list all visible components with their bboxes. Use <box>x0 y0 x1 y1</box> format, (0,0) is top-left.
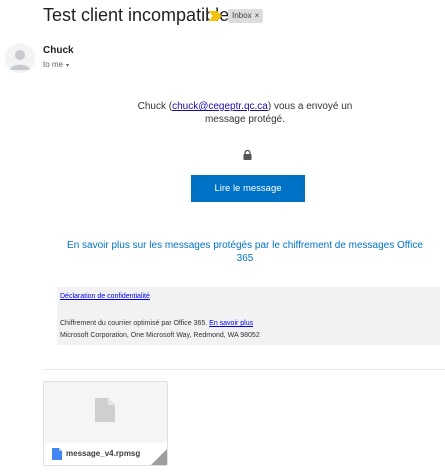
divider <box>43 369 445 370</box>
attachment-filename: message_v4.rpmsg <box>66 449 141 458</box>
remove-label-icon[interactable]: × <box>255 11 260 20</box>
footer-encryption-line: Chiffrement du courrier optimisé par Off… <box>60 320 254 327</box>
footer-learn-more-link[interactable]: En savoir plus <box>209 320 253 327</box>
protected-message-intro: Chuck (chuck@cegeptr.qc.ca) vous a envoy… <box>137 101 353 125</box>
file-icon <box>52 448 62 460</box>
attachment-info-bar: message_v4.rpmsg <box>44 443 167 465</box>
inbox-label-text: Inbox <box>232 11 252 20</box>
recipient-text: to me <box>43 60 64 69</box>
document-icon <box>95 398 115 422</box>
important-marker-icon[interactable] <box>208 11 222 21</box>
learn-more-link[interactable]: En savoir plus sur les messages protégés… <box>60 239 430 265</box>
attachment-card[interactable]: message_v4.rpmsg <box>43 381 168 466</box>
footer-address: Microsoft Corporation, One Microsoft Way… <box>60 332 260 339</box>
page-fold-corner <box>151 449 167 465</box>
recipient-dropdown[interactable]: to me ▾ <box>43 60 69 69</box>
default-avatar-icon[interactable] <box>5 43 35 73</box>
email-subject: Test client incompatible <box>43 5 230 25</box>
inbox-label-chip[interactable]: Inbox × <box>228 9 264 23</box>
lock-icon <box>243 150 252 160</box>
privacy-statement-link[interactable]: Déclaration de confidentialité <box>60 293 150 300</box>
sender-email-link[interactable]: chuck@cegeptr.qc.ca <box>172 101 268 112</box>
sender-name: Chuck <box>43 45 74 56</box>
chevron-down-icon[interactable]: ▾ <box>66 63 69 69</box>
read-message-button[interactable]: Lire le message <box>191 175 305 202</box>
